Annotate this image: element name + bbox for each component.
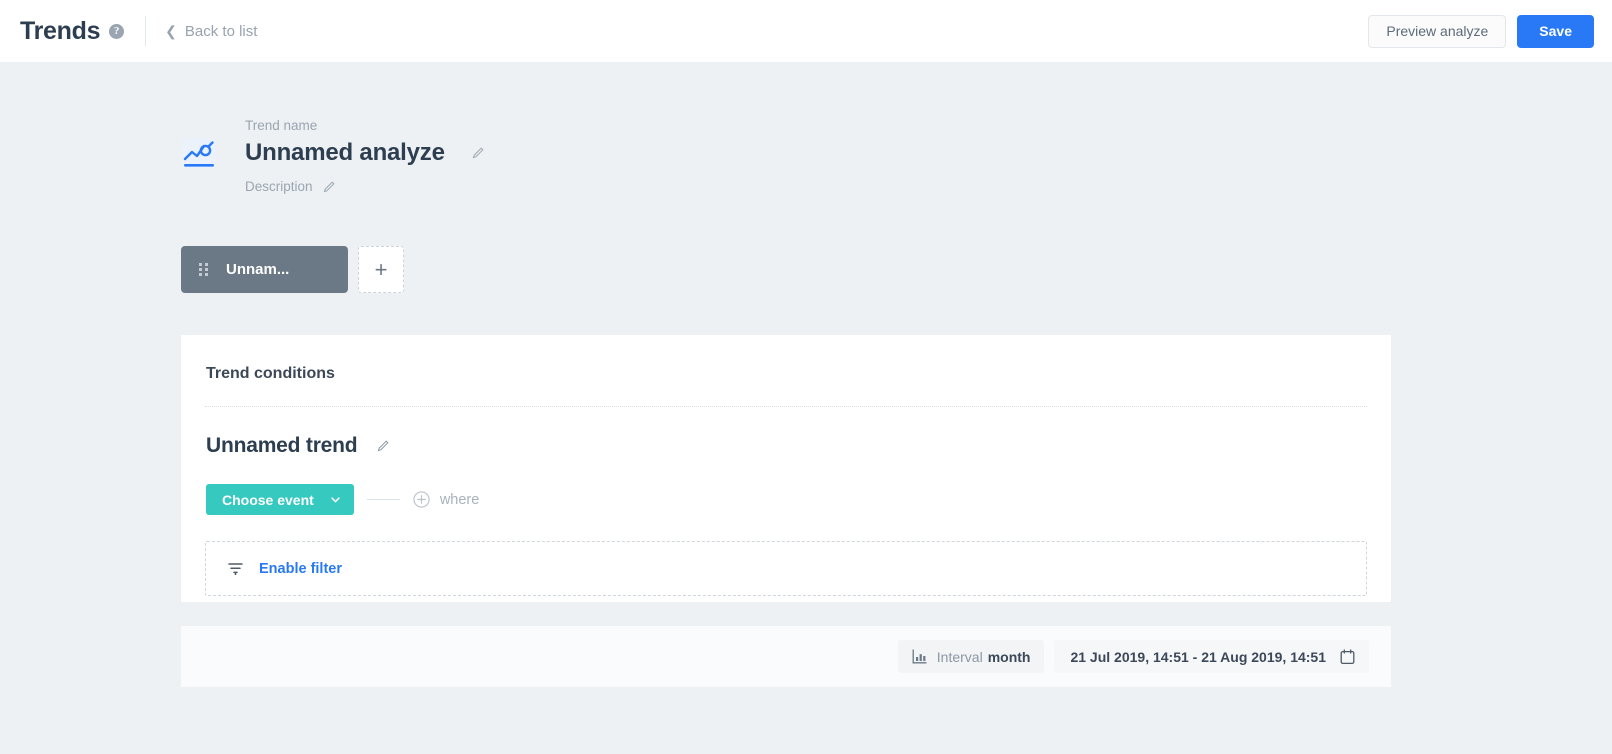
trend-description-label: Description bbox=[245, 179, 313, 194]
plus-icon: + bbox=[374, 256, 388, 282]
back-to-list-link[interactable]: ❮ Back to list bbox=[165, 23, 257, 40]
page-body: Trend name Unnamed analyze Description U… bbox=[0, 62, 1612, 687]
save-button[interactable]: Save bbox=[1517, 14, 1594, 48]
chevron-left-icon: ❮ bbox=[165, 23, 177, 39]
plus-circle-icon[interactable] bbox=[413, 491, 430, 508]
question-mark-circle-icon[interactable]: ? bbox=[109, 23, 125, 39]
pencil-icon[interactable] bbox=[377, 440, 389, 452]
enable-filter-label: Enable filter bbox=[259, 560, 342, 577]
drag-handle-icon[interactable] bbox=[199, 263, 208, 276]
choose-event-label: Choose event bbox=[222, 491, 314, 508]
trend-tab-label: Unnam... bbox=[226, 261, 290, 278]
page-title: Trends bbox=[20, 16, 101, 45]
interval-label: Interval bbox=[936, 648, 983, 665]
add-trend-tab-button[interactable]: + bbox=[358, 246, 404, 293]
choose-event-button[interactable]: Choose event bbox=[206, 484, 354, 515]
trend-conditions-title: Trend conditions bbox=[206, 365, 335, 382]
trend-name-row: Unnamed analyze bbox=[245, 139, 484, 167]
app-header: Trends ? ❮ Back to list Preview analyze … bbox=[0, 0, 1612, 62]
date-range-selector[interactable]: 21 Jul 2019, 14:51 - 21 Aug 2019, 14:51 bbox=[1054, 640, 1369, 673]
chevron-down-icon bbox=[331, 496, 340, 502]
pencil-icon[interactable] bbox=[472, 147, 484, 159]
trend-name-value: Unnamed analyze bbox=[245, 139, 445, 166]
where-label: where bbox=[439, 491, 480, 508]
unnamed-trend-title: Unnamed trend bbox=[206, 434, 358, 457]
bar-chart-icon bbox=[912, 649, 927, 664]
card-divider bbox=[205, 406, 1367, 407]
header-actions: Preview analyze Save bbox=[1368, 14, 1594, 48]
pencil-icon[interactable] bbox=[323, 180, 335, 193]
trend-conditions-card: Trend conditions Unnamed trend Choose ev… bbox=[181, 335, 1391, 602]
trend-tabs: Unnam... + bbox=[181, 246, 1421, 293]
calendar-icon bbox=[1340, 648, 1355, 664]
back-to-list-label: Back to list bbox=[184, 22, 258, 40]
trend-meta-block: Trend name Unnamed analyze Description bbox=[181, 62, 1421, 194]
trend-name-fields: Trend name Unnamed analyze Description bbox=[245, 118, 484, 194]
event-selector-row: Choose event where bbox=[205, 484, 1367, 515]
content-container: Trend name Unnamed analyze Description U… bbox=[181, 62, 1421, 687]
trend-analyze-icon bbox=[182, 138, 216, 168]
trend-tab-unnamed[interactable]: Unnam... bbox=[181, 246, 348, 293]
event-connector-line bbox=[366, 499, 400, 500]
preview-analyze-button[interactable]: Preview analyze bbox=[1368, 14, 1507, 48]
unnamed-trend-heading-row: Unnamed trend bbox=[205, 434, 1367, 458]
trend-description-row: Description bbox=[245, 179, 484, 194]
trend-name-label: Trend name bbox=[245, 118, 318, 133]
header-divider bbox=[145, 16, 147, 46]
trend-bottom-bar: Interval month 21 Jul 2019, 14:51 - 21 A… bbox=[181, 626, 1391, 687]
interval-value: month bbox=[987, 648, 1031, 665]
header-left-group: Trends ? ❮ Back to list bbox=[20, 16, 257, 46]
enable-filter-button[interactable]: Enable filter bbox=[205, 541, 1367, 596]
interval-selector[interactable]: Interval month bbox=[897, 640, 1045, 673]
date-range-text: 21 Jul 2019, 14:51 - 21 Aug 2019, 14:51 bbox=[1070, 648, 1326, 665]
funnel-icon bbox=[228, 563, 243, 575]
